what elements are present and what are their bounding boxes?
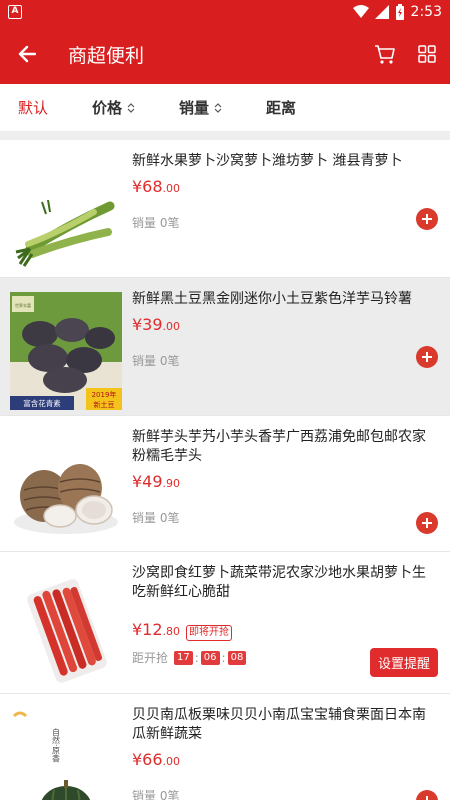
product-price: ¥49.90 (132, 472, 440, 491)
add-to-cart-button[interactable] (416, 208, 438, 230)
image-caption: 2019年 (92, 390, 117, 399)
add-to-cart-button[interactable] (416, 512, 438, 534)
countdown-minutes: 06 (200, 650, 220, 665)
countdown-label: 距开抢 (132, 651, 169, 665)
status-time: 2:53 (410, 4, 442, 20)
product-image-carrot (10, 566, 122, 684)
product-item[interactable]: 新鲜水果萝卜沙窝萝卜潍坊萝卜 潍县青萝卜 ¥68.00 销量 0笔 (0, 140, 450, 278)
product-list: 新鲜水果萝卜沙窝萝卜潍坊萝卜 潍县青萝卜 ¥68.00 销量 0笔 富含花青素 … (0, 140, 450, 800)
plus-icon (422, 796, 432, 800)
add-to-cart-button[interactable] (416, 346, 438, 368)
product-item[interactable]: 沙窝即食红萝卜蔬菜带泥农家沙地水果胡萝卜生吃新鲜红心脆甜 ¥12.80 即将开抢 … (0, 552, 450, 694)
sales-count: 销量 0笔 (132, 216, 180, 230)
countdown-hours: 17 (174, 650, 193, 665)
price-dec: .90 (162, 477, 181, 490)
product-image-radish (10, 154, 122, 272)
upcoming-sale-tag: 即将开抢 (186, 625, 233, 641)
price-dec: .00 (162, 755, 181, 768)
image-caption: 富含花青素 (23, 398, 61, 408)
product-name: 沙窝即食红萝卜蔬菜带泥农家沙地水果胡萝卜生吃新鲜红心脆甜 (132, 565, 426, 600)
filter-default[interactable]: 默认 (18, 97, 48, 118)
cart-icon[interactable] (374, 43, 396, 65)
filter-sales-label: 销量 (179, 99, 210, 117)
price-dec: .00 (162, 182, 181, 195)
product-price: ¥68.00 (132, 177, 440, 196)
image-caption: 新土豆 (94, 400, 115, 409)
image-caption: 自然·原香 (52, 727, 61, 764)
filter-distance-label: 距离 (266, 99, 297, 117)
product-image-potato: 富含花青素 2019年 新土豆 世界丰富 (10, 292, 122, 410)
price-int: ¥39 (132, 315, 163, 334)
plus-icon (422, 352, 432, 362)
price-int: ¥68 (132, 177, 163, 196)
product-price: ¥39.00 (132, 315, 440, 334)
product-image-pumpkin: 自然·原香 (10, 708, 122, 800)
sort-toggle-icon (127, 102, 135, 113)
set-reminder-button[interactable]: 设置提醒 (369, 648, 438, 677)
countdown-seconds: 08 (227, 650, 247, 665)
battery-icon (395, 4, 404, 20)
filter-price-label: 价格 (92, 99, 123, 117)
product-name: 新鲜芋头芋艿小芋头香芋广西荔浦免邮包邮农家粉糯毛芋头 (132, 429, 426, 464)
product-price: ¥12.80 即将开抢 (132, 620, 440, 641)
page-title: 商超便利 (68, 44, 145, 67)
sort-filter-bar: 默认 价格 销量 距离 (0, 84, 450, 132)
signal-icon (374, 5, 389, 19)
price-int: ¥49 (132, 472, 163, 491)
status-bar: A 2:53 (0, 0, 450, 24)
image-caption: 世界丰富 (15, 302, 31, 308)
price-int: ¥12 (132, 620, 163, 639)
product-price: ¥66.00 (132, 750, 440, 769)
filter-distance[interactable]: 距离 (266, 97, 296, 118)
product-image-taro (10, 430, 122, 548)
sales-count: 销量 0笔 (132, 789, 180, 800)
price-int: ¥66 (132, 750, 163, 769)
arrow-left-icon (18, 45, 36, 63)
sales-count: 销量 0笔 (132, 354, 180, 368)
divider (0, 132, 450, 140)
product-name: 新鲜水果萝卜沙窝萝卜潍坊萝卜 潍县青萝卜 (132, 153, 403, 169)
app-notification-icon: A (8, 5, 22, 19)
price-dec: .80 (162, 625, 181, 638)
sort-toggle-icon (214, 102, 222, 113)
plus-icon (422, 214, 432, 224)
product-item[interactable]: 富含花青素 2019年 新土豆 世界丰富 新鲜黑土豆黑金刚迷你小土豆紫色洋芋马铃… (0, 278, 450, 416)
price-dec: .00 (162, 320, 181, 333)
sales-count: 销量 0笔 (132, 511, 180, 525)
grid-view-icon[interactable] (418, 45, 436, 63)
filter-sales[interactable]: 销量 (179, 97, 222, 118)
filter-price[interactable]: 价格 (92, 97, 135, 118)
plus-icon (422, 518, 432, 528)
app-header: 商超便利 (0, 24, 450, 84)
filter-default-label: 默认 (18, 99, 49, 117)
product-item[interactable]: 新鲜芋头芋艿小芋头香芋广西荔浦免邮包邮农家粉糯毛芋头 ¥49.90 销量 0笔 (0, 416, 450, 552)
wifi-icon (352, 5, 369, 18)
back-button[interactable] (14, 41, 40, 67)
product-item[interactable]: 自然·原香 贝贝南瓜板栗味贝贝小南瓜宝宝辅食栗面日本南瓜新鲜蔬菜 ¥66.00 … (0, 694, 450, 800)
product-name: 新鲜黑土豆黑金刚迷你小土豆紫色洋芋马铃薯 (132, 291, 412, 307)
product-name: 贝贝南瓜板栗味贝贝小南瓜宝宝辅食栗面日本南瓜新鲜蔬菜 (132, 707, 426, 742)
